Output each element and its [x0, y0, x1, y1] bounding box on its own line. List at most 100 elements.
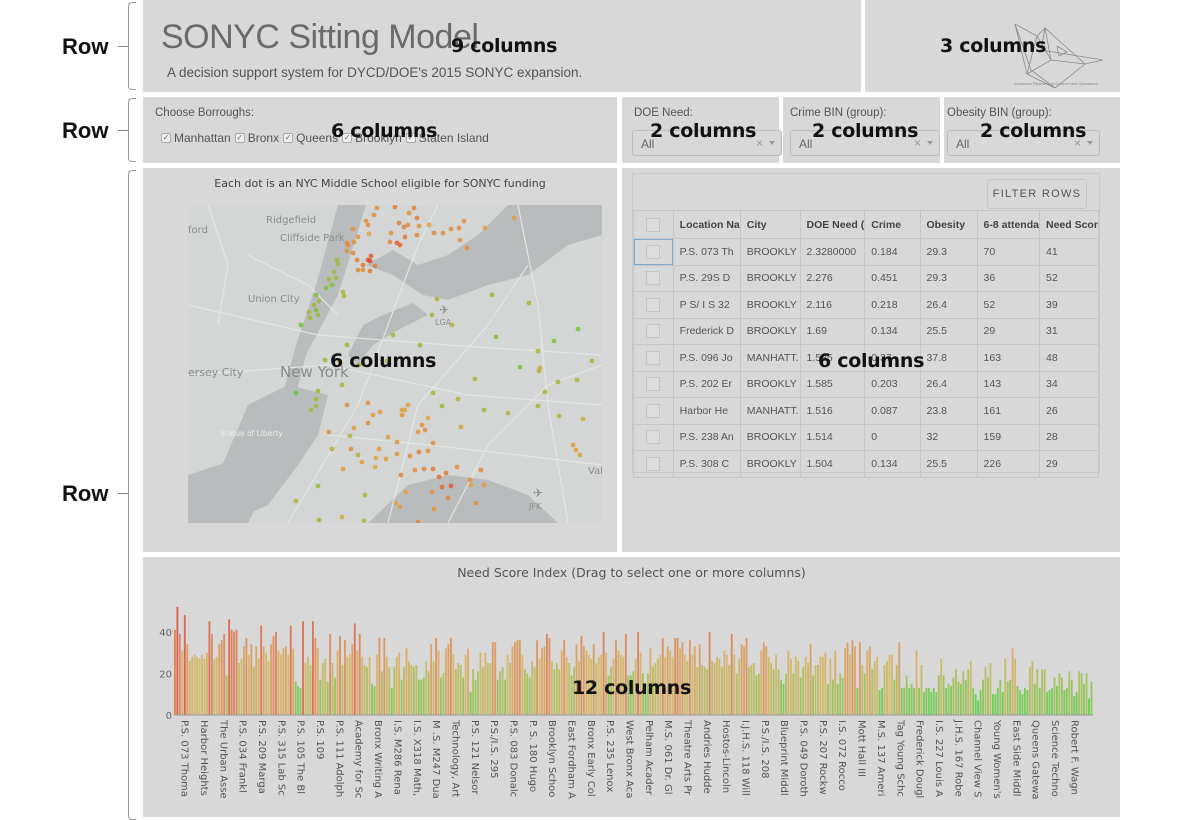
school-dot[interactable]	[454, 464, 460, 470]
bar[interactable]	[267, 660, 270, 715]
bar[interactable]	[743, 646, 745, 715]
row-select-cell[interactable]	[633, 450, 674, 478]
bar[interactable]	[1083, 683, 1085, 715]
bar[interactable]	[361, 656, 364, 715]
bar[interactable]	[590, 658, 593, 715]
bar[interactable]	[481, 667, 484, 715]
bar[interactable]	[878, 690, 881, 715]
bar[interactable]	[302, 621, 304, 715]
bar[interactable]	[817, 665, 819, 715]
bar[interactable]	[526, 673, 529, 715]
bar[interactable]	[341, 665, 344, 715]
bar[interactable]	[720, 667, 723, 715]
bar[interactable]	[819, 656, 822, 715]
school-dot[interactable]	[416, 223, 422, 229]
bar[interactable]	[893, 679, 896, 715]
school-dot[interactable]	[449, 322, 455, 328]
bar[interactable]	[974, 694, 977, 715]
school-dot[interactable]	[387, 239, 393, 245]
bar[interactable]	[750, 665, 753, 715]
checkbox-icon[interactable]	[646, 217, 661, 232]
crime-bin-select[interactable]: All ×	[790, 130, 940, 156]
chevron-down-icon[interactable]	[1087, 141, 1093, 145]
bar[interactable]	[940, 658, 943, 715]
bar[interactable]	[669, 650, 672, 715]
bar[interactable]	[472, 669, 474, 715]
bar[interactable]	[684, 654, 686, 715]
bar[interactable]	[711, 660, 713, 715]
bar[interactable]	[863, 673, 866, 715]
bar[interactable]	[501, 667, 504, 715]
school-dot[interactable]	[293, 498, 299, 504]
bar[interactable]	[674, 638, 677, 715]
bar[interactable]	[565, 656, 568, 715]
school-dot[interactable]	[535, 348, 541, 354]
school-dot[interactable]	[419, 422, 425, 428]
bar[interactable]	[464, 654, 467, 715]
bar[interactable]	[206, 652, 208, 715]
school-dot[interactable]	[340, 466, 346, 472]
bar[interactable]	[1088, 698, 1090, 715]
bar[interactable]	[560, 650, 563, 715]
school-dot[interactable]	[390, 332, 396, 338]
bar[interactable]	[622, 656, 625, 715]
bar[interactable]	[617, 650, 620, 715]
bar[interactable]	[210, 633, 213, 715]
clear-icon[interactable]: ×	[1074, 136, 1081, 150]
table-row[interactable]: P.S. 202 Er BROOKLY 1.585 0.203 26.4 143 34	[633, 370, 1100, 398]
bar[interactable]	[945, 687, 948, 715]
bar[interactable]	[799, 677, 802, 715]
bar[interactable]	[494, 642, 497, 715]
school-dot[interactable]	[362, 492, 368, 498]
school-dot[interactable]	[316, 517, 322, 523]
school-dot[interactable]	[385, 434, 391, 440]
bar[interactable]	[230, 629, 233, 715]
bar[interactable]	[287, 654, 290, 715]
clear-icon[interactable]: ×	[756, 136, 763, 150]
bar[interactable]	[260, 625, 263, 715]
school-dot[interactable]	[416, 449, 422, 455]
school-dot[interactable]	[329, 282, 335, 288]
bar[interactable]	[740, 644, 743, 715]
bar[interactable]	[624, 633, 627, 715]
bar[interactable]	[642, 673, 644, 715]
school-dot[interactable]	[376, 446, 382, 452]
bar[interactable]	[615, 640, 617, 715]
bar[interactable]	[925, 687, 928, 715]
school-dot[interactable]	[344, 342, 350, 348]
school-dot[interactable]	[331, 269, 337, 275]
bar[interactable]	[651, 667, 654, 715]
school-dot[interactable]	[367, 268, 373, 274]
school-dot[interactable]	[467, 477, 473, 483]
bar[interactable]	[186, 644, 189, 715]
bar[interactable]	[632, 671, 635, 715]
school-dot[interactable]	[415, 429, 421, 435]
bar[interactable]	[1063, 690, 1066, 715]
bar[interactable]	[403, 667, 405, 715]
school-dot[interactable]	[394, 240, 400, 246]
school-dot[interactable]	[482, 225, 488, 231]
bar[interactable]	[807, 663, 810, 715]
school-dot[interactable]	[439, 403, 445, 409]
bar[interactable]	[1051, 687, 1053, 715]
bar[interactable]	[499, 671, 502, 715]
bar[interactable]	[366, 667, 369, 715]
bar[interactable]	[886, 660, 888, 715]
bar[interactable]	[1053, 677, 1056, 715]
school-dot[interactable]	[367, 258, 373, 264]
bar[interactable]	[666, 646, 669, 715]
bar[interactable]	[351, 644, 354, 715]
bar[interactable]	[935, 692, 938, 715]
bar[interactable]	[319, 679, 322, 715]
bar[interactable]	[437, 650, 440, 715]
bar[interactable]	[457, 663, 460, 715]
row-select-cell[interactable]	[633, 291, 674, 319]
school-dot[interactable]	[388, 230, 394, 236]
school-dot[interactable]	[397, 504, 403, 510]
bar[interactable]	[309, 665, 312, 715]
row-select-cell[interactable]	[633, 397, 674, 425]
bar[interactable]	[920, 665, 923, 715]
bar[interactable]	[829, 658, 832, 715]
bar[interactable]	[1090, 681, 1093, 715]
bar[interactable]	[979, 690, 982, 715]
